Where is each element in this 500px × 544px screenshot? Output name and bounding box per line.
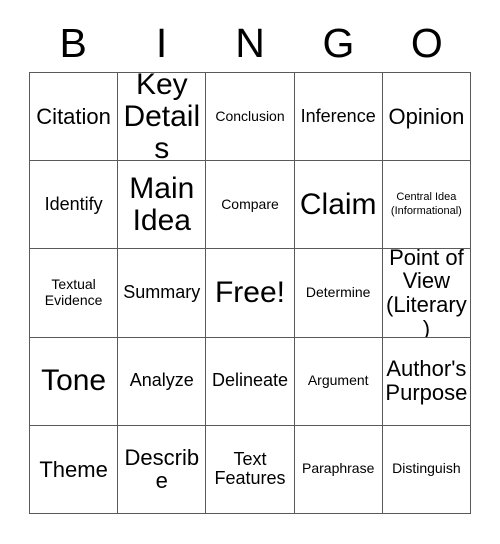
bingo-grid: Citation Key Details Conclusion Inference Op… bbox=[29, 72, 471, 514]
bingo-cell-label: Main Idea bbox=[129, 171, 195, 237]
bingo-cell-r2c4[interactable]: Claim bbox=[294, 161, 383, 250]
bingo-cell-label: Inference bbox=[300, 105, 376, 126]
bingo-cell-r4c1[interactable]: Tone bbox=[30, 337, 119, 426]
bingo-cell-label: Point of View (Literary) bbox=[386, 249, 467, 338]
bingo-cell-r1c1[interactable]: Citation bbox=[30, 73, 119, 162]
bingo-header-letter-b: B bbox=[59, 19, 87, 66]
bingo-header: BINGO bbox=[29, 14, 471, 72]
bingo-header-letter-n: N bbox=[235, 19, 265, 66]
bingo-cell-r3c3[interactable]: Free! bbox=[206, 249, 295, 338]
bingo-cell-label: Describe bbox=[124, 444, 200, 494]
bingo-cell-label: Tone bbox=[41, 364, 107, 398]
bingo-cell-label: Delineate bbox=[211, 370, 289, 391]
bingo-cell-r5c4[interactable]: Paraphrase bbox=[294, 425, 383, 514]
bingo-cell-r3c2[interactable]: Summary bbox=[118, 249, 207, 338]
bingo-cell-label: Text Features bbox=[214, 448, 286, 489]
bingo-cell-r3c4[interactable]: Determine bbox=[294, 249, 383, 338]
bingo-cell-label: Theme bbox=[39, 456, 108, 482]
bingo-cell-r5c3[interactable]: Text Features bbox=[206, 425, 295, 514]
bingo-header-letter-i: I bbox=[155, 19, 168, 66]
bingo-cell-r3c1[interactable]: Textual Evidence bbox=[30, 249, 119, 338]
bingo-cell-r4c4[interactable]: Argument bbox=[294, 337, 383, 426]
bingo-cell-r2c1[interactable]: Identify bbox=[30, 161, 119, 250]
bingo-cell-label: Author's Purpose bbox=[385, 356, 468, 406]
bingo-cell-r4c2[interactable]: Analyze bbox=[118, 337, 207, 426]
bingo-cell-label: Identify bbox=[44, 193, 103, 214]
bingo-cell-label: Summary bbox=[123, 282, 201, 303]
bingo-cell-label: Central Idea (Informational) bbox=[390, 191, 462, 217]
bingo-cell-label: Compare bbox=[221, 195, 279, 212]
bingo-cell-r5c2[interactable]: Describe bbox=[118, 425, 207, 514]
bingo-cell-label: Analyze bbox=[129, 370, 194, 391]
bingo-cell-label: Citation bbox=[36, 103, 111, 129]
bingo-cell-label: Textual Evidence bbox=[44, 276, 103, 308]
bingo-cell-label: Distinguish bbox=[392, 460, 461, 477]
bingo-card: B I N G O Citation Key Details Conclusion Infer… bbox=[0, 0, 500, 544]
bingo-cell-label: Conclusion bbox=[215, 107, 285, 124]
bingo-cell-label: Argument bbox=[307, 372, 369, 389]
bingo-header-letter-g: G bbox=[322, 19, 355, 66]
bingo-cell-label: Opinion bbox=[388, 103, 465, 129]
bingo-cell-label: Key Details bbox=[123, 73, 201, 162]
bingo-cell-r5c1[interactable]: Theme bbox=[30, 425, 119, 514]
bingo-cell-r1c5[interactable]: Opinion bbox=[382, 73, 471, 162]
bingo-cell-r2c2[interactable]: Main Idea bbox=[118, 161, 207, 250]
bingo-cell-r4c3[interactable]: Delineate bbox=[206, 337, 295, 426]
bingo-cell-r2c3[interactable]: Compare bbox=[206, 161, 295, 250]
bingo-header-letter-o: O bbox=[410, 19, 443, 66]
bingo-cell-label: Paraphrase bbox=[302, 460, 375, 477]
bingo-cell-r2c5[interactable]: Central Idea (Informational) bbox=[382, 161, 471, 250]
bingo-cell-label: Free! bbox=[214, 276, 285, 310]
bingo-cell-r1c2[interactable]: Key Details bbox=[118, 73, 207, 162]
bingo-cell-r5c5[interactable]: Distinguish bbox=[382, 425, 471, 514]
bingo-cell-r1c3[interactable]: Conclusion bbox=[206, 73, 295, 162]
bingo-cell-r1c4[interactable]: Inference bbox=[294, 73, 383, 162]
bingo-cell-label: Claim bbox=[299, 187, 377, 221]
bingo-cell-r4c5[interactable]: Author's Purpose bbox=[382, 337, 471, 426]
bingo-cell-r3c5[interactable]: Point of View (Literary) bbox=[382, 249, 471, 338]
bingo-cell-label: Determine bbox=[305, 284, 371, 301]
